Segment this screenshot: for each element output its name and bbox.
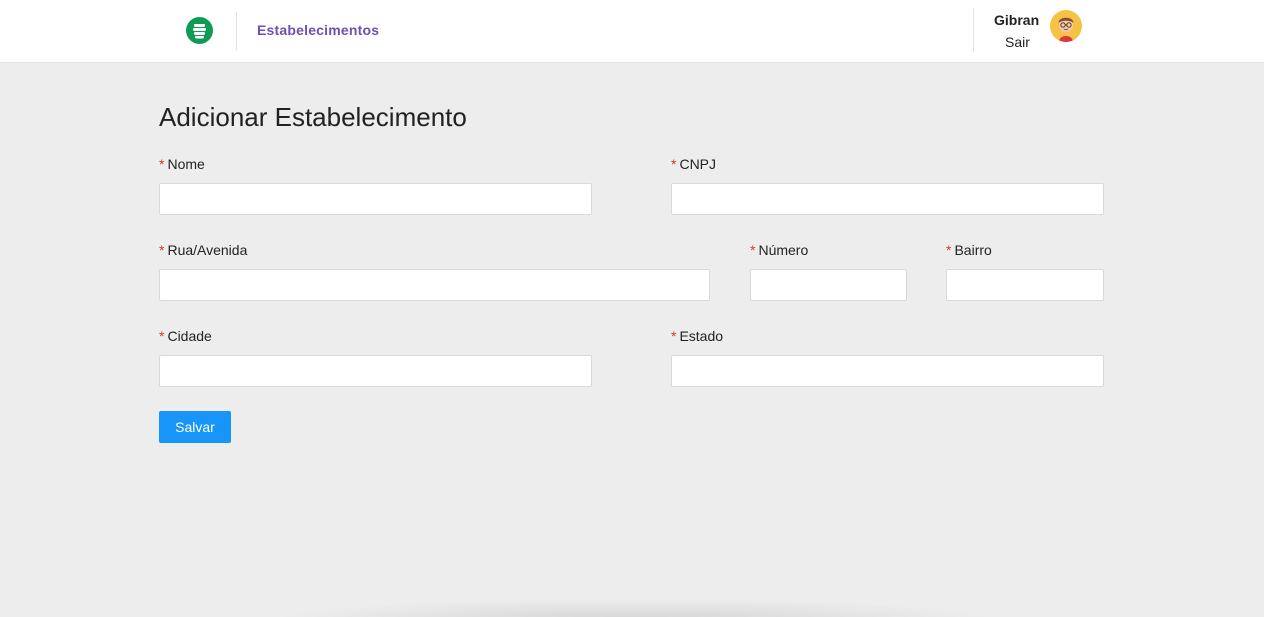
required-marker: * [159, 156, 165, 172]
bairro-input[interactable] [946, 269, 1104, 301]
nome-label-text: Nome [167, 156, 205, 172]
estado-label-text: Estado [679, 328, 724, 344]
bottom-shadow [270, 598, 1000, 617]
cidade-label: * Cidade [159, 328, 212, 344]
required-marker: * [159, 328, 165, 344]
coins-logo-icon[interactable] [186, 17, 213, 44]
bairro-label: * Bairro [946, 242, 992, 258]
nav-divider [236, 12, 237, 50]
user-divider [973, 8, 974, 52]
cnpj-input[interactable] [671, 183, 1104, 215]
page: Estabelecimentos Gibran Sair Adicionar E… [0, 0, 1267, 617]
required-marker: * [159, 242, 165, 258]
save-button[interactable]: Salvar [159, 411, 231, 443]
required-marker: * [671, 328, 677, 344]
nav-link-estabelecimentos[interactable]: Estabelecimentos [257, 22, 379, 38]
cidade-label-text: Cidade [167, 328, 212, 344]
logout-link[interactable]: Sair [1005, 34, 1030, 50]
top-header: Estabelecimentos Gibran Sair [0, 0, 1264, 63]
nome-label: * Nome [159, 156, 205, 172]
page-title: Adicionar Estabelecimento [159, 102, 467, 132]
estado-input[interactable] [671, 355, 1104, 387]
estado-label: * Estado [671, 328, 723, 344]
cnpj-label-text: CNPJ [679, 156, 717, 172]
rua-input[interactable] [159, 269, 710, 301]
rua-label: * Rua/Avenida [159, 242, 247, 258]
bairro-label-text: Bairro [954, 242, 992, 258]
required-marker: * [671, 156, 677, 172]
user-avatar-icon[interactable] [1050, 10, 1082, 42]
rua-label-text: Rua/Avenida [167, 242, 248, 258]
cidade-input[interactable] [159, 355, 592, 387]
required-marker: * [750, 242, 756, 258]
required-marker: * [946, 242, 952, 258]
cnpj-label: * CNPJ [671, 156, 716, 172]
nome-input[interactable] [159, 183, 592, 215]
user-name: Gibran [994, 12, 1040, 28]
numero-input[interactable] [750, 269, 907, 301]
numero-label-text: Número [758, 242, 809, 258]
numero-label: * Número [750, 242, 808, 258]
